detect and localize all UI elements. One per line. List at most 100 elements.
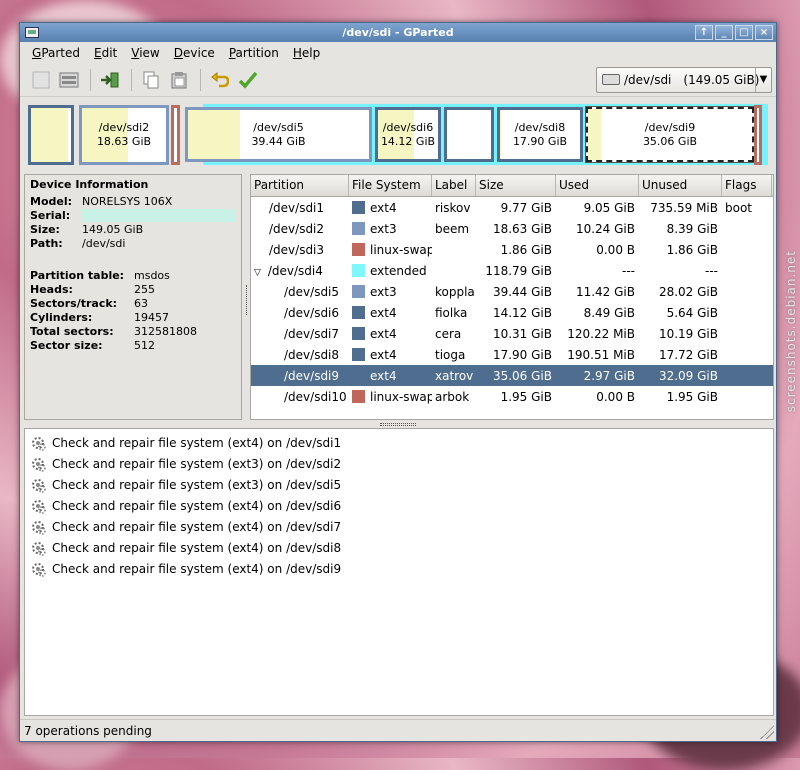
delete-partition-icon[interactable] <box>56 67 82 93</box>
used-cell: 2.97 GiB <box>583 368 635 383</box>
unused-cell: 17.72 GiB <box>658 347 718 362</box>
menu-device[interactable]: Device <box>168 44 221 62</box>
check-repair-icon <box>30 498 46 514</box>
table-row[interactable]: /dev/sdi9 ext4 xatrov 35.06 GiB 2.97 GiB 32.0… <box>251 365 773 386</box>
filesystem-color-swatch <box>352 284 365 298</box>
filesystem-color-swatch <box>352 326 365 340</box>
table-row[interactable]: /dev/sdi2 ext3 beem 18.63 GiB 10.24 GiB 8.39 … <box>251 218 773 239</box>
unused-cell: 10.19 GiB <box>658 326 718 341</box>
partition-segment[interactable] <box>171 105 180 165</box>
copy-icon[interactable] <box>138 67 164 93</box>
table-row[interactable]: /dev/sdi1 ext4 riskov 9.77 GiB 9.05 GiB 735.5… <box>251 197 773 218</box>
column-header-flags[interactable]: Flags <box>722 175 772 196</box>
info-key: Model: <box>30 194 73 208</box>
title-bar[interactable]: /dev/sdi - GParted ↑ _ □ × <box>20 23 776 42</box>
partition-segment[interactable]: /dev/sdi6 14.12 GiB <box>375 107 441 162</box>
partition-name: /dev/sdi6 <box>284 305 340 320</box>
filesystem-name: ext4 <box>370 200 397 215</box>
toolbar: /dev/sdi (149.05 GiB) ▼ <box>20 63 776 97</box>
device-info-row: Size: 149.05 GiB <box>30 222 236 236</box>
partition-segment[interactable]: /dev/sdi5 39.44 GiB <box>185 107 372 162</box>
operation-text: Check and repair file system (ext4) on /… <box>52 519 342 534</box>
paste-icon[interactable] <box>166 67 192 93</box>
info-value: 63 <box>134 296 148 310</box>
info-key: Serial: <box>30 208 71 222</box>
info-value: 149.05 GiB <box>82 222 144 236</box>
label-cell: xatrov <box>435 368 474 383</box>
expander-arrow-icon[interactable]: ▽ <box>254 268 264 278</box>
used-cell: 190.51 MiB <box>567 347 635 362</box>
column-header-label[interactable]: Label <box>432 175 476 196</box>
menu-view[interactable]: View <box>125 44 165 62</box>
apply-icon[interactable] <box>235 67 261 93</box>
partition-segment[interactable]: /dev/sdi2 18.63 GiB <box>79 105 169 165</box>
menu-gparted[interactable]: GParted <box>26 44 86 62</box>
table-row[interactable]: /dev/sdi5 ext3 koppla 39.44 GiB 11.42 GiB 28.… <box>251 281 773 302</box>
table-row[interactable]: ▽ /dev/sdi4 extended 118.79 GiB --- --- <box>251 260 773 281</box>
minimize-button[interactable]: _ <box>715 25 733 40</box>
partition-segment[interactable] <box>754 105 762 165</box>
info-value: 255 <box>134 282 155 296</box>
operation-item[interactable]: Check and repair file system (ext4) on /… <box>25 432 773 453</box>
used-cell: 10.24 GiB <box>575 221 635 236</box>
partition-segment[interactable]: /dev/sdi9 35.06 GiB <box>585 106 755 163</box>
filesystem-color-swatch <box>352 200 365 214</box>
partition-name: /dev/sdi4 <box>267 263 323 278</box>
segment-name: /dev/sdi9 <box>644 120 696 134</box>
device-selector[interactable]: /dev/sdi (149.05 GiB) ▼ <box>596 66 772 93</box>
partition-segment[interactable] <box>28 105 74 165</box>
table-row[interactable]: /dev/sdi3 linux-swap 1.86 GiB 0.00 B 1.86 Gi… <box>251 239 773 260</box>
column-header-used[interactable]: Used <box>556 175 639 196</box>
label-cell: cera <box>435 326 462 341</box>
menu-help[interactable]: Help <box>287 44 326 62</box>
operation-item[interactable]: Check and repair file system (ext4) on /… <box>25 495 773 516</box>
filesystem-cell: ext4 <box>349 347 432 362</box>
unused-cell: --- <box>705 263 718 278</box>
resize-move-icon[interactable] <box>97 67 123 93</box>
operation-item[interactable]: Check and repair file system (ext4) on /… <box>25 516 773 537</box>
operation-item[interactable]: Check and repair file system (ext4) on /… <box>25 537 773 558</box>
device-info-row: Cylinders: 19457 <box>30 310 236 324</box>
pane-resize-handle[interactable] <box>380 423 416 426</box>
column-header-partition[interactable]: Partition <box>251 175 349 196</box>
column-header-size[interactable]: Size <box>476 175 556 196</box>
column-header-file-system[interactable]: File System <box>349 175 432 196</box>
table-row[interactable]: /dev/sdi6 ext4 fiolka 14.12 GiB 8.49 GiB 5.64… <box>251 302 773 323</box>
partition-segment[interactable] <box>444 107 494 162</box>
operation-item[interactable]: Check and repair file system (ext3) on /… <box>25 474 773 495</box>
filesystem-cell: linux-swap <box>349 389 432 404</box>
column-header-unused[interactable]: Unused <box>639 175 722 196</box>
table-row[interactable]: /dev/sdi8 ext4 tioga 17.90 GiB 190.51 MiB 17.… <box>251 344 773 365</box>
filesystem-name: ext4 <box>370 305 397 320</box>
check-repair-icon <box>30 435 46 451</box>
menu-partition[interactable]: Partition <box>223 44 285 62</box>
used-cell: 0.00 B <box>596 389 635 404</box>
close-button[interactable]: × <box>755 25 773 40</box>
menu-edit[interactable]: Edit <box>88 44 123 62</box>
used-cell: 8.49 GiB <box>583 305 635 320</box>
table-row[interactable]: /dev/sdi7 ext4 cera 10.31 GiB 120.22 MiB 10.1… <box>251 323 773 344</box>
app-icon[interactable] <box>25 27 39 38</box>
partition-name: /dev/sdi7 <box>284 326 340 341</box>
device-info-row: Partition table: msdos <box>30 268 236 282</box>
pane-split-handle[interactable] <box>246 285 248 315</box>
partition-segment[interactable]: /dev/sdi8 17.90 GiB <box>497 107 583 162</box>
maximize-button[interactable]: □ <box>735 25 753 40</box>
check-repair-icon <box>30 540 46 556</box>
dropdown-arrow-icon[interactable]: ▼ <box>755 67 771 92</box>
filesystem-name: ext4 <box>370 368 397 383</box>
partition-cell: /dev/sdi1 <box>251 201 349 215</box>
operation-text: Check and repair file system (ext3) on /… <box>52 456 342 471</box>
shade-button[interactable]: ↑ <box>695 25 713 40</box>
operation-item[interactable]: Check and repair file system (ext4) on /… <box>25 558 773 579</box>
size-cell: 35.06 GiB <box>492 368 552 383</box>
new-partition-icon[interactable] <box>28 67 54 93</box>
table-row[interactable]: /dev/sdi10 linux-swap arbok 1.95 GiB 0.00 B 1… <box>251 386 773 407</box>
undo-icon[interactable] <box>207 67 233 93</box>
filesystem-name: ext4 <box>370 326 397 341</box>
partition-cell: /dev/sdi7 <box>251 327 349 341</box>
info-key: Total sectors: <box>30 324 114 338</box>
resize-grip[interactable] <box>760 725 774 739</box>
used-cell: 9.05 GiB <box>583 200 635 215</box>
operation-item[interactable]: Check and repair file system (ext3) on /… <box>25 453 773 474</box>
